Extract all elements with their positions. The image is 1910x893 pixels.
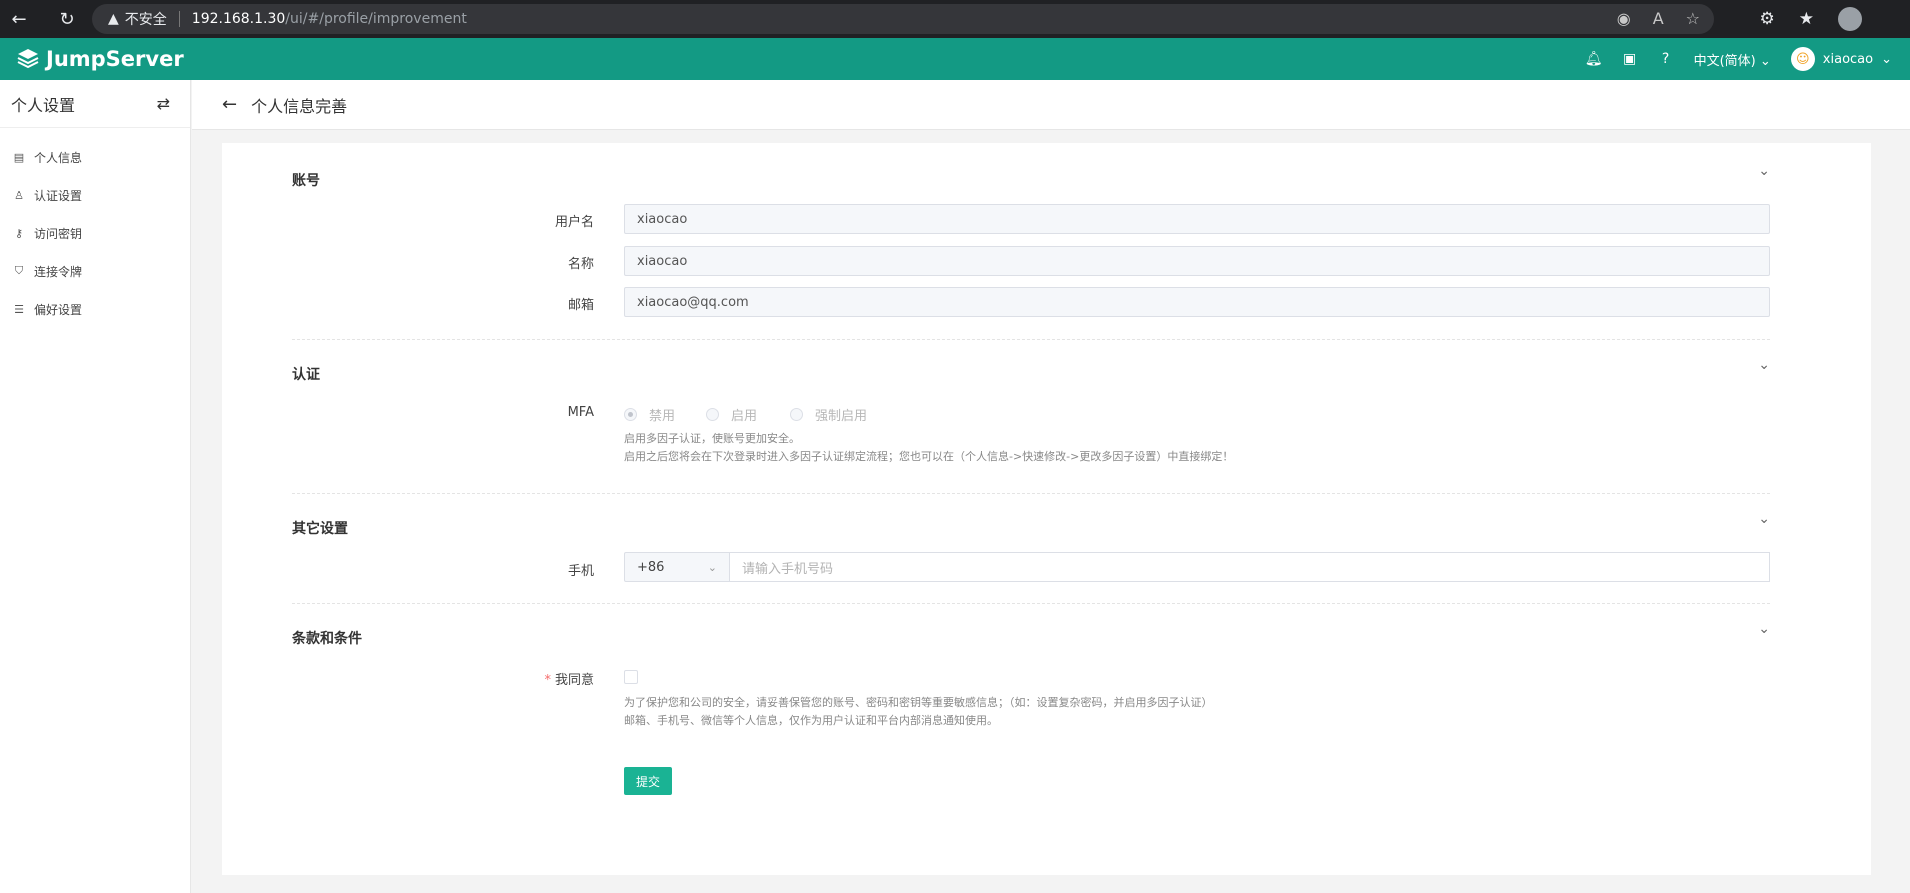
required-mark: * [544, 673, 551, 688]
back-icon[interactable]: ← [4, 4, 34, 34]
submit-button[interactable]: 提交 [624, 767, 672, 795]
terminal-icon[interactable]: ▣ [1622, 51, 1638, 67]
favorites-icon[interactable]: ★ [1799, 9, 1814, 29]
language-select[interactable]: 中文(简体) ⌄ [1694, 50, 1771, 69]
back-arrow-icon[interactable]: ← [222, 94, 237, 115]
url-path: /ui/#/profile/improvement [285, 11, 467, 27]
section-title-other: 其它设置 [292, 521, 348, 537]
section-title-terms: 条款和条件 [292, 631, 362, 647]
radio-unselected [790, 408, 803, 421]
bell-icon[interactable]: 🔔︎ [1585, 51, 1603, 67]
chevron-down-icon: ⌄ [707, 560, 717, 574]
sidebar-item-token[interactable]: ⛉ 连接令牌 [0, 252, 190, 290]
chevron-down-icon: ⌄ [1881, 51, 1892, 67]
sidebar-item-auth[interactable]: ♙ 认证设置 [0, 176, 190, 214]
collapse-other-icon[interactable]: ⌄ [1758, 511, 1770, 527]
radio-selected [624, 408, 637, 421]
mfa-option-disabled[interactable]: 禁用 [624, 405, 675, 424]
radio-unselected [706, 408, 719, 421]
address-bar[interactable]: ▲ 不安全 192.168.1.30 /ui/#/profile/improve… [92, 4, 1714, 34]
section-title-account: 账号 [292, 173, 320, 189]
key-icon: ⚷ [14, 226, 24, 240]
collapse-toggle-icon[interactable]: ⇄ [157, 94, 170, 113]
url-host: 192.168.1.30 [191, 11, 286, 27]
mfa-option-forced[interactable]: 强制启用 [790, 405, 867, 424]
brand-name: JumpServer [46, 47, 184, 71]
read-aloud-icon[interactable]: A [1653, 9, 1664, 28]
collapse-auth-icon[interactable]: ⌄ [1758, 357, 1770, 373]
agree-checkbox[interactable] [624, 670, 638, 684]
brand-logo[interactable]: JumpServer [16, 47, 184, 71]
address-divider [178, 11, 180, 27]
sidebar-item-label: 认证设置 [34, 188, 83, 203]
phone-label: 手机 [567, 564, 594, 579]
user-avatar: ☺ [1790, 47, 1815, 71]
sidebar-item-access-key[interactable]: ⚷ 访问密钥 [0, 214, 190, 252]
phone-code-select[interactable]: +86 ⌄ [624, 552, 730, 582]
sidebar: 个人设置 ⇄ ▤ 个人信息 ♙ 认证设置 ⚷ 访问密钥 ⛉ 连接令牌 ☰ 偏好设… [0, 80, 191, 893]
collapse-account-icon[interactable]: ⌄ [1758, 163, 1770, 179]
phone-input[interactable]: 请输入手机号码 [729, 552, 1770, 582]
warning-icon: ▲ [108, 11, 119, 27]
email-field[interactable]: xiaocao@qq.com [624, 287, 1770, 317]
form-card: 账号 ⌄ 用户名 xiaocao 名称 xiaocao 邮箱 xiaocao@q… [222, 143, 1871, 875]
email-label: 邮箱 [567, 298, 594, 313]
name-field[interactable]: xiaocao [624, 246, 1770, 276]
sidebar-title: 个人设置 [11, 95, 76, 115]
mfa-help: 启用多因子认证，使账号更加安全。 启用之后您将会在下次登录时进入多因子认证绑定流… [624, 432, 1234, 463]
sidebar-header: 个人设置 ⇄ [0, 80, 190, 128]
username-field[interactable]: xiaocao [624, 204, 1770, 234]
agree-label: * 我同意 [544, 673, 594, 688]
extensions-icon[interactable]: ⚙ [1760, 9, 1775, 29]
username-label: 用户名 [554, 215, 594, 230]
section-divider [292, 339, 1770, 340]
mfa-label: MFA [567, 405, 594, 420]
page-title: 个人信息完善 [251, 96, 348, 116]
app-header: JumpServer 🔔︎ ▣ ? 中文(简体) ⌄ ☺ xiaocao ⌄ [0, 38, 1910, 80]
sidebar-item-label: 个人信息 [34, 150, 83, 165]
user-menu[interactable]: ☺ xiaocao ⌄ [1790, 47, 1892, 71]
section-title-auth: 认证 [292, 367, 320, 383]
sidebar-item-label: 偏好设置 [34, 302, 83, 317]
sidebar-item-profile[interactable]: ▤ 个人信息 [0, 138, 190, 176]
mfa-option-enabled[interactable]: 启用 [706, 405, 757, 424]
sidebar-item-label: 连接令牌 [34, 264, 83, 279]
reload-icon[interactable]: ↻ [52, 4, 82, 34]
edge-icon[interactable]: ◉ [1617, 9, 1631, 28]
section-divider [292, 493, 1770, 494]
name-label: 名称 [567, 257, 594, 272]
sidebar-item-label: 访问密钥 [34, 226, 83, 241]
collapse-terms-icon[interactable]: ⌄ [1758, 621, 1770, 637]
username: xiaocao [1822, 51, 1874, 67]
security-label: 不安全 [124, 12, 167, 28]
profile-avatar[interactable] [1838, 7, 1862, 31]
sliders-icon: ☰ [14, 302, 24, 316]
jumpserver-logo-icon [17, 49, 39, 69]
section-divider [292, 603, 1770, 604]
favorite-icon[interactable]: ☆ [1686, 9, 1700, 28]
browser-toolbar: ← ↻ ▲ 不安全 192.168.1.30 /ui/#/profile/imp… [0, 0, 1910, 38]
sidebar-item-preferences[interactable]: ☰ 偏好设置 [0, 290, 190, 328]
shield-icon: ⛉ [14, 264, 24, 277]
user-lock-icon: ♙ [14, 188, 24, 202]
help-icon[interactable]: ? [1658, 51, 1674, 67]
terms-help: 为了保护您和公司的安全，请妥善保管您的账号、密码和密钥等重要敏感信息；（如：设置… [624, 696, 1213, 727]
id-card-icon: ▤ [13, 150, 25, 164]
page-header: ← 个人信息完善 [192, 80, 1910, 130]
